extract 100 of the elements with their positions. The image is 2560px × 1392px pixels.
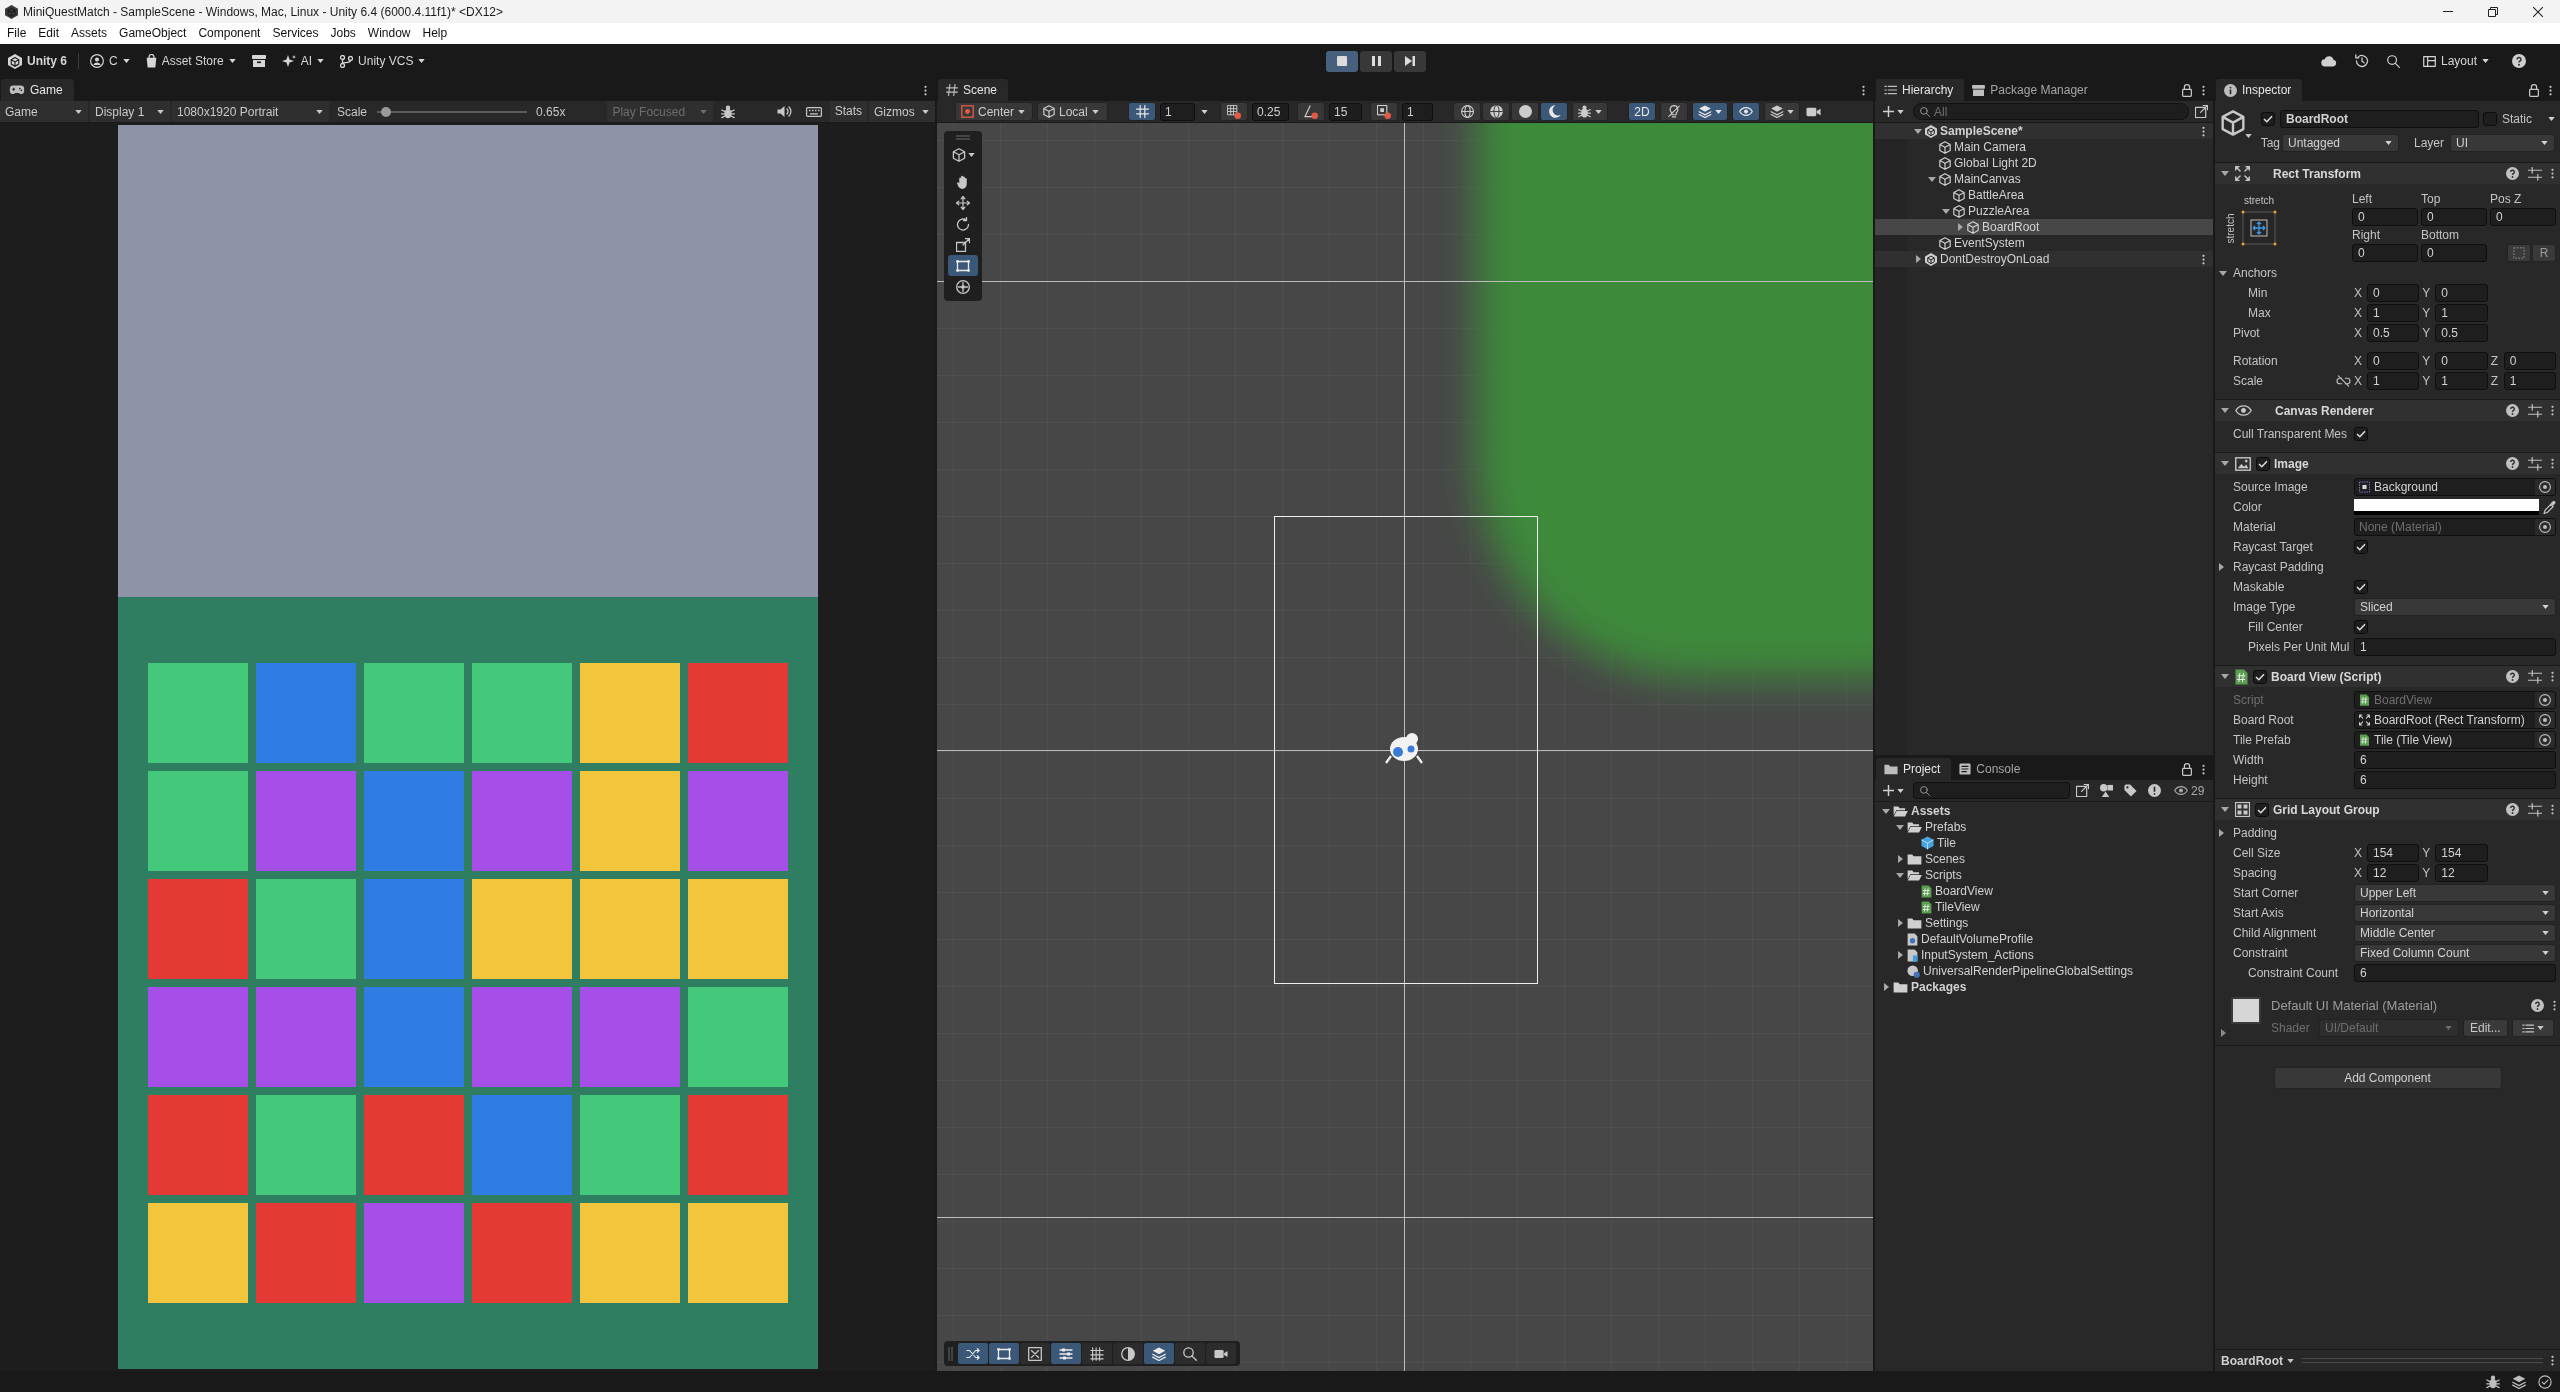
store-button[interactable]: Asset Store bbox=[140, 50, 241, 72]
view-2d-toggle[interactable]: 2D bbox=[1628, 102, 1656, 121]
bug-icon[interactable] bbox=[721, 104, 736, 119]
speaker-icon[interactable] bbox=[776, 106, 792, 117]
dropdown[interactable]: Upper Left bbox=[2354, 884, 2556, 902]
tree-item[interactable]: Packages bbox=[1875, 979, 2213, 995]
help-icon[interactable] bbox=[2506, 167, 2519, 180]
foldout-arrow-icon[interactable] bbox=[1957, 223, 1963, 231]
draw-mode-button[interactable] bbox=[1482, 102, 1510, 121]
tree-item[interactable]: Scenes bbox=[1875, 851, 2213, 867]
tree-item[interactable]: DontDestroyOnLoad bbox=[1875, 251, 2213, 267]
tree-item[interactable]: BattleArea bbox=[1875, 187, 2213, 203]
enabled-checkbox[interactable] bbox=[2255, 802, 2269, 817]
debug-dropdown[interactable] bbox=[1572, 102, 1608, 121]
overlay-tool-button[interactable] bbox=[1113, 1343, 1143, 1364]
kebab-menu-icon[interactable] bbox=[1862, 84, 1865, 96]
kebab-menu-icon[interactable] bbox=[2202, 253, 2205, 265]
draw-mode-button[interactable] bbox=[1453, 102, 1481, 121]
help-icon[interactable] bbox=[2506, 803, 2519, 816]
lock-icon[interactable] bbox=[2182, 762, 2192, 776]
menu-dropdown[interactable] bbox=[2511, 1019, 2554, 1037]
tree-item[interactable]: InputSystem_Actions bbox=[1875, 947, 2213, 963]
number-field[interactable]: 1 bbox=[2367, 372, 2420, 390]
number-field[interactable]: 0 bbox=[2435, 352, 2488, 370]
broken-link-icon[interactable] bbox=[2336, 375, 2351, 387]
lock-icon[interactable] bbox=[2182, 83, 2192, 97]
help-icon[interactable] bbox=[2531, 999, 2544, 1012]
overlay-tool-button[interactable] bbox=[1175, 1343, 1205, 1364]
add-component-button[interactable]: Add Component bbox=[2273, 1067, 2502, 1089]
checkbox[interactable] bbox=[2354, 580, 2368, 594]
number-field[interactable]: 0 bbox=[2367, 352, 2420, 370]
drag-handle-icon[interactable] bbox=[948, 1346, 953, 1361]
slider-thumb[interactable] bbox=[381, 106, 392, 117]
menu-item[interactable]: GameObject bbox=[113, 23, 193, 44]
foldout-arrow-icon[interactable] bbox=[2219, 829, 2224, 837]
gizmos-dropdown[interactable]: Gizmos bbox=[869, 101, 935, 122]
checkbox[interactable] bbox=[2354, 540, 2368, 554]
pivot-dropdown[interactable]: Center bbox=[955, 102, 1033, 121]
tree-item[interactable]: TileView bbox=[1875, 899, 2213, 915]
menu-item[interactable]: Assets bbox=[65, 23, 114, 44]
object-field[interactable]: BoardRoot (Rect Transform) bbox=[2354, 711, 2556, 729]
caret-icon[interactable] bbox=[2245, 134, 2252, 138]
foldout-arrow-icon[interactable] bbox=[2221, 807, 2229, 812]
kebab-menu-icon[interactable] bbox=[2551, 804, 2554, 815]
dropdown[interactable]: Fixed Column Count bbox=[2354, 944, 2556, 962]
number-field[interactable]: 0 bbox=[2435, 284, 2488, 302]
stats-button[interactable]: Stats bbox=[829, 101, 867, 122]
space-dropdown[interactable]: Local bbox=[1037, 102, 1108, 121]
kebab-menu-icon[interactable] bbox=[924, 84, 927, 96]
kebab-menu-icon[interactable] bbox=[2549, 84, 2552, 96]
lock-icon[interactable] bbox=[2529, 83, 2539, 97]
view-dropdown[interactable]: Game bbox=[0, 101, 88, 122]
foldout-arrow-icon[interactable] bbox=[1897, 951, 1903, 959]
sliders-icon[interactable] bbox=[2528, 669, 2542, 684]
help-icon[interactable] bbox=[2506, 404, 2519, 417]
number-field[interactable]: 0 bbox=[2352, 244, 2418, 262]
component-header[interactable]: Grid Layout Group bbox=[2215, 799, 2560, 820]
kebab-menu-icon[interactable] bbox=[2551, 458, 2554, 469]
draw-mode-button[interactable] bbox=[1511, 102, 1539, 121]
tree-item[interactable]: Tile bbox=[1875, 835, 2213, 851]
stacked-layers-icon[interactable] bbox=[2512, 1374, 2526, 1389]
hidden-count-button[interactable]: 29 bbox=[2171, 783, 2208, 798]
tree-item[interactable]: Scripts bbox=[1875, 867, 2213, 883]
number-field[interactable]: 6 bbox=[2354, 771, 2556, 789]
foldout-arrow-icon[interactable] bbox=[2219, 563, 2224, 571]
move-snap-field[interactable]: 0.25 bbox=[1252, 102, 1289, 121]
sliders-icon[interactable] bbox=[2528, 403, 2542, 418]
tree-item[interactable]: Global Light 2D bbox=[1875, 155, 2213, 171]
ai-button[interactable]: AI bbox=[276, 50, 330, 72]
tab[interactable]: Scene bbox=[938, 79, 1009, 101]
tree-item[interactable]: Prefabs bbox=[1875, 819, 2213, 835]
object-field[interactable]: Background bbox=[2354, 478, 2556, 496]
target-icon[interactable] bbox=[2539, 734, 2551, 746]
component-header[interactable]: Rect Transform bbox=[2215, 163, 2560, 184]
exclamation-circle-icon[interactable] bbox=[2148, 784, 2161, 797]
scale-snap-field[interactable]: 1 bbox=[1402, 102, 1433, 121]
resolution-dropdown[interactable]: 1080x1920 Portrait bbox=[172, 101, 329, 122]
search-field[interactable]: All bbox=[1913, 103, 2189, 120]
number-field[interactable]: 154 bbox=[2367, 844, 2420, 862]
raw-edit-button[interactable]: R bbox=[2532, 244, 2556, 262]
pop-out-icon[interactable] bbox=[2076, 784, 2089, 797]
foldout-arrow-icon[interactable] bbox=[1896, 824, 1904, 830]
kebab-menu-icon[interactable] bbox=[2551, 1355, 2554, 1366]
version-control-button[interactable]: Unity VCS bbox=[335, 50, 431, 72]
tree-item[interactable]: Assets bbox=[1875, 803, 2213, 819]
active-checkbox[interactable] bbox=[2261, 112, 2275, 126]
resize-handle[interactable] bbox=[2302, 1358, 2543, 1363]
product-menu-button[interactable]: Unity 6 bbox=[3, 50, 72, 72]
tag-dropdown[interactable]: Untagged bbox=[2282, 134, 2399, 152]
foldout-arrow-icon[interactable] bbox=[1915, 255, 1921, 263]
foldout-arrow-icon[interactable] bbox=[1914, 128, 1922, 134]
foldout-arrow-icon[interactable] bbox=[1942, 208, 1950, 214]
kebab-menu-icon[interactable] bbox=[2553, 1000, 2556, 1011]
target-icon[interactable] bbox=[2539, 694, 2551, 706]
number-field[interactable]: 1 bbox=[2503, 372, 2556, 390]
static-checkbox[interactable] bbox=[2483, 112, 2497, 126]
menu-item[interactable]: Edit bbox=[32, 23, 66, 44]
foldout-arrow-icon[interactable] bbox=[1928, 176, 1936, 182]
overlay-tool-button[interactable] bbox=[1051, 1343, 1081, 1364]
number-field[interactable]: 0 bbox=[2503, 352, 2556, 370]
